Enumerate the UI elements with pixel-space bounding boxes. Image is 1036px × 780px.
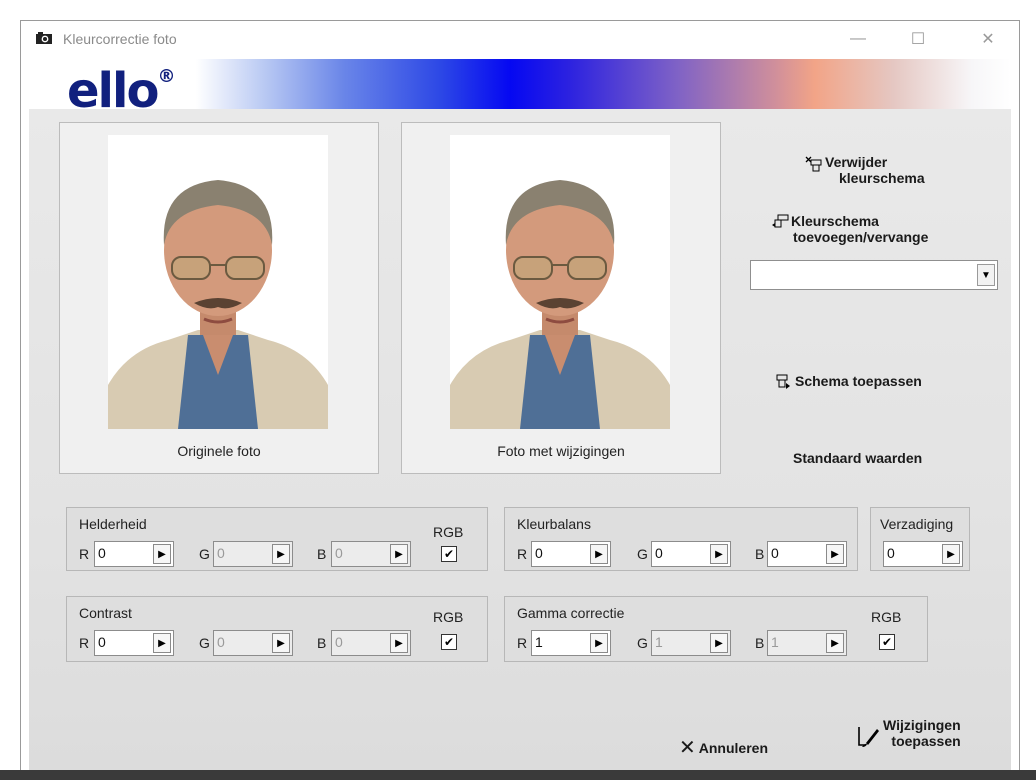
spin-right-icon[interactable]: ▶ [390, 633, 408, 653]
minimize-icon: — [850, 30, 866, 47]
kleurbalans-g-label: G [637, 546, 648, 562]
color-scheme-select[interactable]: ▼ [750, 260, 998, 290]
spin-right-icon[interactable]: ▶ [272, 544, 290, 564]
gamma-r-label: R [517, 635, 528, 651]
gamma-r-input[interactable]: 1 ▶ [531, 630, 611, 656]
contrast-rgb-checkbox[interactable]: ✔ [441, 634, 457, 650]
cancel-button[interactable]: ✕ Annuleren [679, 735, 768, 760]
modified-photo [450, 135, 670, 429]
spin-right-icon[interactable]: ▶ [710, 633, 728, 653]
desktop-taskbar-strip [0, 770, 1036, 780]
add-scheme-button[interactable]: Kleurschema toevoegen/vervange [771, 213, 928, 245]
apply-scheme-icon [776, 374, 790, 389]
modified-photo-caption: Foto met wijzigingen [497, 443, 625, 459]
contrast-g-label: G [199, 635, 210, 651]
kleurbalans-r-input[interactable]: 0 ▶ [531, 541, 611, 567]
spin-right-icon[interactable]: ▶ [590, 544, 608, 564]
contrast-title: Contrast [79, 605, 132, 621]
apply-scheme-button[interactable]: Schema toepassen [775, 373, 922, 391]
helderheid-group: Helderheid R 0 ▶ G 0 ▶ B 0 ▶ RGB ✔ [66, 507, 488, 571]
camera-icon [36, 32, 52, 44]
apply-changes-label-1: Wijzigingen [883, 717, 961, 733]
contrast-r-input[interactable]: 0 ▶ [94, 630, 174, 656]
spin-right-icon[interactable]: ▶ [272, 633, 290, 653]
apply-scheme-label: Schema toepassen [795, 373, 922, 389]
dialog-body: Originele foto Foto met wijzigingen Verw… [29, 109, 1011, 771]
original-photo-panel: Originele foto [59, 122, 379, 474]
dialog-window: Kleurcorrectie foto — ☐ ✕ ello® Originel… [20, 20, 1020, 771]
contrast-group: Contrast R 0 ▶ G 0 ▶ B 0 ▶ RGB ✔ [66, 596, 488, 662]
verzadiging-group: Verzadiging 0 ▶ [870, 507, 970, 571]
original-photo-caption: Originele foto [177, 443, 261, 459]
delete-scheme-label-2: kleurschema [839, 170, 925, 186]
gamma-group: Gamma correctie R 1 ▶ G 1 ▶ B 1 ▶ RGB ✔ [504, 596, 928, 662]
verzadiging-input[interactable]: 0 ▶ [883, 541, 963, 567]
maximize-button[interactable]: ☐ [895, 21, 941, 57]
spin-right-icon[interactable]: ▶ [390, 544, 408, 564]
helderheid-rgb-checkbox[interactable]: ✔ [441, 546, 457, 562]
kleurbalans-r-label: R [517, 546, 528, 562]
maximize-icon: ☐ [910, 31, 926, 48]
delete-scheme-button[interactable]: Verwijder kleurschema [805, 154, 925, 186]
gamma-g-input[interactable]: 1 ▶ [651, 630, 731, 656]
contrast-b-input[interactable]: 0 ▶ [331, 630, 411, 656]
gamma-b-input[interactable]: 1 ▶ [767, 630, 847, 656]
kleurbalans-group: Kleurbalans R 0 ▶ G 0 ▶ B 0 ▶ [504, 507, 858, 571]
helderheid-b-label: B [317, 546, 327, 562]
close-button[interactable]: ✕ [965, 21, 1011, 57]
delete-scheme-icon [805, 156, 822, 172]
spin-right-icon[interactable]: ▶ [153, 633, 171, 653]
brush-icon [858, 727, 879, 747]
gamma-g-label: G [637, 635, 648, 651]
gamma-rgb-label: RGB [871, 609, 902, 625]
helderheid-g-label: G [199, 546, 210, 562]
spin-right-icon[interactable]: ▶ [942, 544, 960, 564]
helderheid-r-input[interactable]: 0 ▶ [94, 541, 174, 567]
window-title: Kleurcorrectie foto [63, 31, 177, 47]
delete-scheme-label-1: Verwijder [825, 154, 888, 170]
kleurbalans-g-input[interactable]: 0 ▶ [651, 541, 731, 567]
kleurbalans-title: Kleurbalans [517, 516, 591, 532]
contrast-b-label: B [317, 635, 327, 651]
contrast-g-input[interactable]: 0 ▶ [213, 630, 293, 656]
desktop-background [0, 0, 1036, 20]
spin-right-icon[interactable]: ▶ [826, 544, 844, 564]
helderheid-rgb-label: RGB [433, 524, 464, 540]
add-scheme-icon [772, 214, 789, 228]
spin-right-icon[interactable]: ▶ [153, 544, 171, 564]
default-values-button[interactable]: Standaard waarden [793, 450, 922, 466]
chevron-down-icon[interactable]: ▼ [977, 264, 995, 286]
helderheid-b-input[interactable]: 0 ▶ [331, 541, 411, 567]
apply-changes-button[interactable]: Wijzigingen toepassen [857, 717, 961, 749]
title-bar[interactable]: Kleurcorrectie foto — ☐ ✕ [21, 21, 1019, 57]
helderheid-g-input[interactable]: 0 ▶ [213, 541, 293, 567]
cancel-icon: ✕ [679, 737, 696, 759]
helderheid-r-label: R [79, 546, 90, 562]
spin-right-icon[interactable]: ▶ [710, 544, 728, 564]
cancel-label: Annuleren [698, 739, 768, 756]
verzadiging-title: Verzadiging [880, 516, 954, 532]
brand-banner: ello® [29, 59, 1011, 119]
contrast-rgb-label: RGB [433, 609, 464, 625]
contrast-r-label: R [79, 635, 90, 651]
minimize-button[interactable]: — [835, 21, 881, 57]
spin-right-icon[interactable]: ▶ [590, 633, 608, 653]
apply-changes-label-2: toepassen [891, 733, 961, 749]
helderheid-title: Helderheid [79, 516, 147, 532]
original-photo [108, 135, 328, 429]
gamma-rgb-checkbox[interactable]: ✔ [879, 634, 895, 650]
add-scheme-label-2: toevoegen/vervange [793, 229, 929, 245]
modified-photo-panel: Foto met wijzigingen [401, 122, 721, 474]
kleurbalans-b-label: B [755, 546, 765, 562]
default-values-label: Standaard waarden [793, 450, 923, 466]
gamma-title: Gamma correctie [517, 605, 625, 621]
gamma-b-label: B [755, 635, 765, 651]
add-scheme-label-1: Kleurschema [791, 213, 879, 229]
close-icon: ✕ [981, 31, 995, 48]
spin-right-icon[interactable]: ▶ [826, 633, 844, 653]
kleurbalans-b-input[interactable]: 0 ▶ [767, 541, 847, 567]
